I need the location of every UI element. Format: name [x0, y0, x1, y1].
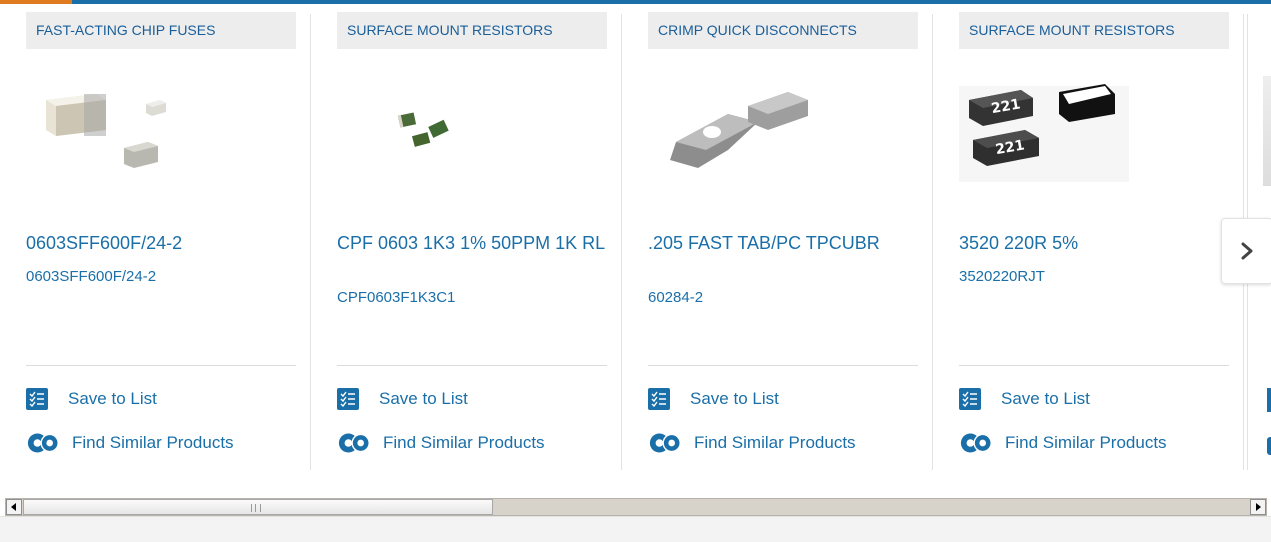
checklist-icon [959, 388, 981, 410]
card-separator [648, 365, 918, 366]
product-carousel: FAST-ACTING CHIP FUSES 0603SFF600F/24-2 … [0, 4, 1271, 494]
save-to-list-button[interactable]: Save to List [648, 388, 779, 410]
product-card: SURFACE MOUNT RESISTORS CPF 0603 1K3 1% … [311, 4, 622, 470]
category-label[interactable]: SURFACE MOUNT RESISTORS [337, 12, 607, 49]
product-image-partial [1263, 76, 1271, 186]
product-sku-link[interactable]: 3520220RJT [959, 268, 1045, 285]
gear-icon [959, 432, 995, 454]
gear-icon [1267, 437, 1271, 455]
horizontal-scrollbar[interactable] [5, 498, 1267, 516]
save-to-list-label: Save to List [68, 389, 157, 408]
checklist-icon [26, 388, 48, 410]
gear-icon [337, 432, 373, 454]
save-to-list-button[interactable]: Save to List [337, 388, 468, 410]
chip-fuse-image[interactable] [26, 76, 226, 186]
checklist-icon [337, 388, 359, 410]
card-separator [337, 365, 607, 366]
save-to-list-button[interactable]: Save to List [26, 388, 157, 410]
scroll-left-button[interactable] [6, 499, 22, 515]
scrollbar-thumb[interactable] [23, 499, 493, 515]
smd-resistor-image[interactable] [337, 76, 537, 186]
card-separator [26, 365, 296, 366]
caret-right-icon [1256, 503, 1261, 511]
find-similar-button[interactable]: Find Similar Products [648, 432, 856, 454]
save-to-list-button[interactable]: Save to List [959, 388, 1090, 410]
chevron-right-icon [1241, 242, 1253, 260]
category-label[interactable]: FAST-ACTING CHIP FUSES [26, 12, 296, 49]
category-label[interactable]: CRIMP QUICK DISCONNECTS [648, 12, 918, 49]
gear-icon [26, 432, 62, 454]
product-sku-link[interactable]: CPF0603F1K3C1 [337, 289, 455, 306]
product-card: CRIMP QUICK DISCONNECTS .205 FAST TAB/PC… [622, 4, 933, 470]
carousel-next-button[interactable] [1221, 218, 1271, 284]
gear-icon [648, 432, 684, 454]
card-separator [959, 365, 1229, 366]
find-similar-button[interactable]: Find Similar Products [337, 432, 545, 454]
product-title-link[interactable]: .205 FAST TAB/PC TPCUBR [648, 234, 918, 252]
find-similar-button[interactable]: Find Similar Products [959, 432, 1167, 454]
product-card: SURFACE MOUNT RESISTORS 221 221 3520 220… [933, 4, 1244, 470]
save-to-list-label: Save to List [690, 389, 779, 408]
product-title-link[interactable]: 3520 220R 5% [959, 234, 1229, 252]
scroll-right-button[interactable] [1250, 499, 1266, 515]
checklist-icon [1267, 388, 1271, 412]
find-similar-button[interactable]: Find Similar Products [26, 432, 234, 454]
product-carousel-page: FAST-ACTING CHIP FUSES 0603SFF600F/24-2 … [0, 0, 1271, 542]
bottom-footer-strip [0, 516, 1271, 542]
save-to-list-label: Save to List [379, 389, 468, 408]
product-sku-link[interactable]: 60284-2 [648, 289, 703, 306]
find-similar-label: Find Similar Products [694, 433, 856, 452]
caret-left-icon [11, 503, 16, 511]
find-similar-label: Find Similar Products [383, 433, 545, 452]
save-to-list-label: Save to List [1001, 389, 1090, 408]
scrollbar-grip [251, 504, 261, 512]
resistor-221-image[interactable]: 221 221 [959, 76, 1159, 186]
find-similar-label: Find Similar Products [72, 433, 234, 452]
quick-disconnect-image[interactable] [648, 76, 848, 186]
category-label[interactable]: SURFACE MOUNT RESISTORS [959, 12, 1229, 49]
product-card: FAST-ACTING CHIP FUSES 0603SFF600F/24-2 … [0, 4, 311, 470]
checklist-icon [648, 388, 670, 410]
product-title-link[interactable]: CPF 0603 1K3 1% 50PPM 1K RL [337, 234, 607, 252]
find-similar-label: Find Similar Products [1005, 433, 1167, 452]
product-sku-link[interactable]: 0603SFF600F/24-2 [26, 268, 156, 285]
product-title-link[interactable]: 0603SFF600F/24-2 [26, 234, 296, 252]
